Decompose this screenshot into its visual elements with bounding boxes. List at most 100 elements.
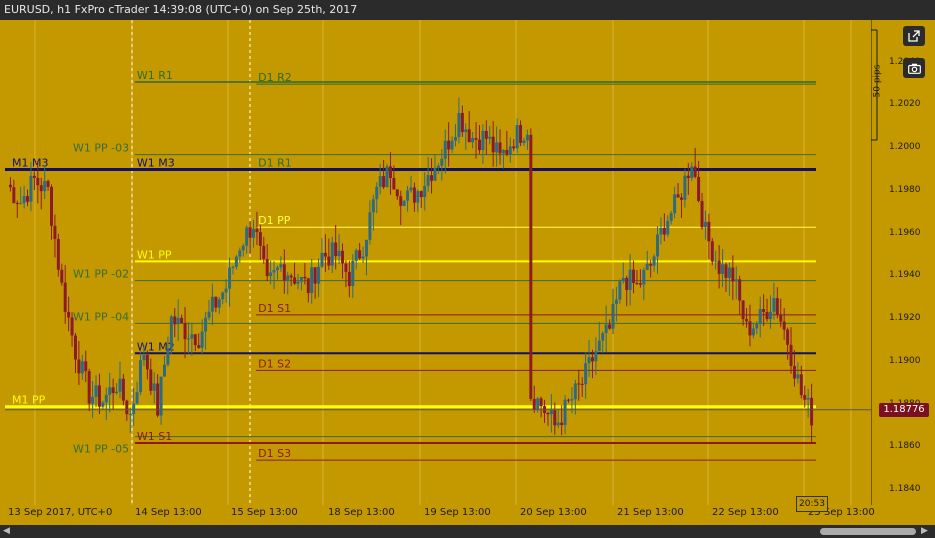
candle-body xyxy=(501,149,505,154)
candle-body xyxy=(258,232,262,246)
scrollbar-thumb[interactable] xyxy=(820,528,916,535)
candle-body xyxy=(378,176,382,187)
candle-body xyxy=(173,316,177,325)
candle-body xyxy=(22,196,26,204)
candle-body xyxy=(303,276,307,279)
candle-body xyxy=(337,250,341,257)
price-tick-label: 1.2000 xyxy=(889,142,921,153)
horizontal-scrollbar[interactable]: ◀ ▶ xyxy=(0,525,935,538)
candle-body xyxy=(406,190,410,201)
candle-body xyxy=(272,270,276,273)
candle-body xyxy=(642,269,646,285)
time-tick-label: 22 Sep 13:00 xyxy=(712,507,779,518)
candle-body xyxy=(327,256,331,266)
candle-body xyxy=(645,263,649,270)
candle-body xyxy=(152,383,156,391)
candle-body xyxy=(67,311,71,318)
candle-body xyxy=(334,242,338,257)
candle-body xyxy=(779,314,783,322)
candle-body xyxy=(351,260,355,286)
candle-body xyxy=(436,165,440,168)
level-label: W1 M3 xyxy=(137,157,175,170)
level-label: W1 PP -03 xyxy=(73,142,129,155)
candle-body xyxy=(782,321,786,330)
candle-body xyxy=(197,345,201,348)
candle-body xyxy=(296,281,300,284)
chart-canvas[interactable]: W1 R1 D1 R2 W1 PP -03 M1 M3 W1 M3 D1 R1 D1 PP W… xyxy=(5,20,871,505)
candle-body xyxy=(721,264,725,274)
candle-body xyxy=(765,312,769,320)
candle-body xyxy=(15,202,19,204)
candle-body xyxy=(248,227,252,238)
candle-body xyxy=(409,187,413,191)
candle-body xyxy=(481,130,485,151)
candle-body xyxy=(762,309,766,313)
candle-body xyxy=(77,359,81,374)
candle-body xyxy=(440,158,444,166)
candle-body xyxy=(625,277,629,290)
candle-body xyxy=(8,184,12,188)
candle-body xyxy=(792,365,796,379)
candle-body xyxy=(450,140,454,150)
level-label: D1 R2 xyxy=(258,71,292,84)
candle-body xyxy=(118,378,122,392)
candle-body xyxy=(50,186,54,226)
level-label: W1 PP -05 xyxy=(73,443,129,456)
candle-body xyxy=(806,397,810,400)
candle-body xyxy=(238,250,242,257)
candle-body xyxy=(169,316,173,349)
candle-body xyxy=(207,311,211,318)
level-label: W1 S1 xyxy=(137,430,172,443)
candle-body xyxy=(477,139,481,151)
candle-body xyxy=(32,175,36,178)
candle-body xyxy=(679,197,683,200)
candle-body xyxy=(649,263,653,266)
time-axis[interactable]: 13 Sep 2017, UTC+0 14 Sep 13:00 15 Sep 13:… xyxy=(0,505,935,525)
candle-body xyxy=(299,276,303,282)
candle-body xyxy=(484,130,488,139)
candle-body xyxy=(330,242,334,266)
scroll-left-icon[interactable]: ◀ xyxy=(3,526,10,536)
candle-body xyxy=(94,385,98,397)
candle-body xyxy=(563,399,567,425)
time-tick-label: 15 Sep 13:00 xyxy=(231,507,298,518)
candle-body xyxy=(454,136,458,141)
candle-body xyxy=(385,166,389,188)
candle-body xyxy=(347,271,351,286)
candle-body xyxy=(775,298,779,315)
candle-body xyxy=(183,323,187,340)
candle-body xyxy=(108,387,112,395)
candle-body xyxy=(573,383,577,400)
snapshot-button[interactable] xyxy=(903,58,925,78)
price-axis[interactable]: 50 pips 1.20401.20201.20001.19801.19601.… xyxy=(871,20,935,505)
candle-body xyxy=(597,340,601,352)
candle-body xyxy=(734,279,738,282)
candle-body xyxy=(63,282,67,312)
detach-button[interactable] xyxy=(903,26,925,46)
candle-countdown: 20:53 xyxy=(796,496,828,512)
candle-body xyxy=(382,176,386,188)
candle-body xyxy=(135,392,139,404)
candle-body xyxy=(231,266,235,268)
candle-body xyxy=(255,228,259,233)
candle-body xyxy=(703,221,707,228)
candle-body xyxy=(738,279,742,301)
level-label: M1 M3 xyxy=(12,157,48,170)
candle-body xyxy=(601,333,605,341)
candle-body xyxy=(166,348,170,365)
candle-body xyxy=(539,398,543,407)
candle-body xyxy=(584,363,588,385)
scroll-right-icon[interactable]: ▶ xyxy=(921,526,928,536)
candle-body xyxy=(371,199,375,213)
candle-body xyxy=(125,400,129,415)
candle-body xyxy=(426,175,430,186)
candle-body xyxy=(180,317,184,324)
candle-body xyxy=(101,402,105,407)
level-label: D1 S3 xyxy=(258,447,291,460)
candle-body xyxy=(60,269,64,283)
candle-body xyxy=(471,138,475,143)
plot-area[interactable]: W1 R1 D1 R2 W1 PP -03 M1 M3 W1 M3 D1 R1 D1 PP W… xyxy=(5,20,871,505)
candle-body xyxy=(289,275,293,278)
candle-body xyxy=(532,398,536,410)
candle-body xyxy=(508,146,512,155)
